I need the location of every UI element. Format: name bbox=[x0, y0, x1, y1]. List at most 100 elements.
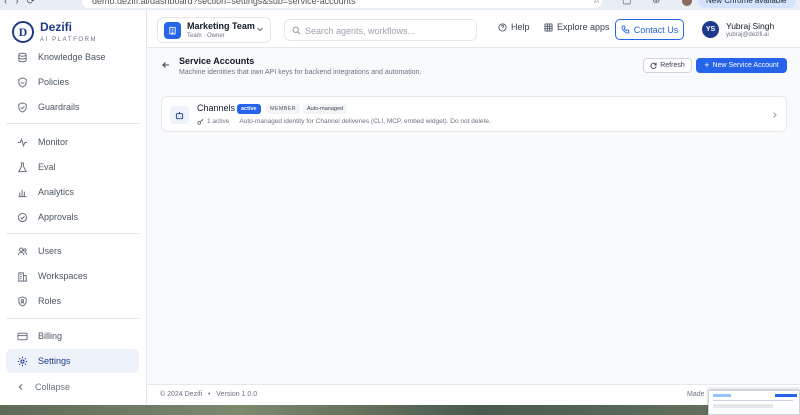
plus-icon: + bbox=[704, 60, 710, 70]
sidebar-item-billing[interactable]: Billing bbox=[6, 324, 139, 348]
sidebar-item-approvals[interactable]: Approvals bbox=[6, 205, 139, 229]
page-title: Service Accounts bbox=[179, 56, 255, 66]
brand-logo-icon: D bbox=[12, 21, 34, 43]
credit-card-icon bbox=[17, 331, 28, 342]
chevron-right-icon bbox=[773, 112, 777, 118]
profile-avatar[interactable] bbox=[682, 0, 692, 6]
desktop-background bbox=[0, 405, 800, 415]
search-box[interactable] bbox=[284, 19, 477, 41]
extensions-icon[interactable]: ▢ bbox=[622, 0, 631, 6]
sidebar-item-label: Settings bbox=[38, 356, 71, 366]
search-input[interactable] bbox=[305, 23, 473, 38]
explore-apps-link[interactable]: Explore apps bbox=[544, 22, 610, 32]
chrome-update-button[interactable]: New Chrome available bbox=[698, 0, 796, 8]
sidebar-item-label: Guardrails bbox=[38, 102, 80, 112]
sidebar-item-label: Users bbox=[38, 246, 62, 256]
team-building-icon bbox=[164, 22, 181, 39]
thumb-line bbox=[775, 394, 797, 397]
shield-icon bbox=[17, 76, 28, 88]
account-meta: 1 active Auto-managed identity for Chann… bbox=[197, 118, 491, 125]
gear-icon bbox=[17, 356, 28, 367]
building-icon bbox=[17, 271, 28, 282]
footer: © 2024 Dezifi • Version 1.0.0 Made bbox=[147, 384, 800, 405]
user-email: yubraj@dezifi.ai bbox=[726, 32, 769, 38]
sidebar-item-guardrails[interactable]: Guardrails bbox=[6, 95, 139, 119]
sidebar-item-label: Monitor bbox=[38, 137, 69, 147]
sidebar-item-knowledge-base[interactable]: Knowledge Base bbox=[6, 45, 139, 69]
bookmark-star-icon[interactable]: ☆ bbox=[592, 0, 601, 6]
bar-chart-icon bbox=[17, 187, 28, 198]
sidebar-item-label: Policies bbox=[38, 77, 70, 87]
sidebar-item-workspaces[interactable]: Workspaces bbox=[6, 264, 139, 288]
chevron-left-icon bbox=[18, 384, 23, 390]
thumb-line bbox=[713, 404, 773, 408]
footer-dot: • bbox=[204, 391, 215, 398]
key-icon bbox=[197, 118, 204, 125]
sidebar-item-label: Knowledge Base bbox=[38, 52, 106, 62]
user-name[interactable]: Yubraj Singh bbox=[726, 21, 774, 31]
browser-toolbar: ‹›⟳ demo.dezifi.ai/dashboard?section=set… bbox=[0, 0, 800, 10]
sidebar-item-eval[interactable]: Eval bbox=[6, 155, 139, 179]
app-window: D Dezifi AI PLATFORM Knowledge Base Poli… bbox=[0, 10, 800, 405]
sidebar-divider bbox=[6, 123, 139, 124]
sidebar-item-label: Approvals bbox=[38, 212, 79, 222]
page-subtitle: Machine identities that own API keys for… bbox=[179, 69, 422, 76]
lens-icon[interactable]: ⊕ bbox=[652, 0, 660, 6]
contact-label: Contact Us bbox=[633, 24, 679, 35]
footer-left: © 2024 Dezifi • Version 1.0.0 bbox=[160, 391, 257, 398]
account-name: Channels bbox=[197, 103, 236, 113]
active-keys-count: 1 active bbox=[207, 118, 230, 125]
database-icon bbox=[17, 52, 28, 63]
users-icon bbox=[17, 246, 28, 257]
account-description: Auto-managed identity for Channel delive… bbox=[239, 118, 491, 125]
chevron-down-icon bbox=[257, 27, 263, 32]
sidebar-item-label: Workspaces bbox=[38, 271, 88, 281]
role-badge: MEMBER bbox=[266, 104, 300, 114]
team-role: Team · Owner bbox=[187, 33, 225, 39]
activity-icon bbox=[17, 137, 28, 148]
sidebar-item-users[interactable]: Users bbox=[6, 239, 139, 263]
copyright: © 2024 Dezifi bbox=[160, 391, 203, 398]
sidebar-item-roles[interactable]: Roles bbox=[6, 289, 139, 313]
sidebar-item-label: Eval bbox=[38, 162, 56, 172]
service-account-card[interactable]: Channels active MEMBER Auto-managed 1 ac… bbox=[161, 96, 787, 132]
new-label: New Service Account bbox=[712, 62, 779, 69]
help-label: Help bbox=[511, 22, 530, 32]
shield-user-icon bbox=[17, 295, 28, 307]
sidebar-item-label: Analytics bbox=[38, 187, 75, 197]
sidebar-divider bbox=[6, 233, 139, 234]
sidebar-item-settings[interactable]: Settings bbox=[6, 349, 139, 373]
explore-label: Explore apps bbox=[557, 22, 610, 32]
new-service-account-button[interactable]: + New Service Account bbox=[696, 58, 787, 73]
sidebar-divider bbox=[6, 318, 139, 319]
status-badge: active bbox=[237, 104, 261, 114]
refresh-label: Refresh bbox=[660, 62, 685, 69]
user-avatar[interactable]: YS bbox=[702, 21, 719, 38]
thumb-line bbox=[713, 394, 731, 397]
sidebar-item-policies[interactable]: Policies bbox=[6, 70, 139, 94]
back-arrow-icon[interactable] bbox=[161, 60, 171, 70]
flask-icon bbox=[17, 161, 28, 173]
sidebar-item-label: Billing bbox=[38, 331, 63, 341]
address-bar[interactable]: demo.dezifi.ai/dashboard?section=setting… bbox=[82, 0, 602, 8]
collapse-sidebar-button[interactable]: Collapse bbox=[6, 378, 70, 396]
thumb-line bbox=[713, 400, 793, 401]
brand-subtitle: AI PLATFORM bbox=[40, 37, 98, 43]
auto-managed-badge: Auto-managed bbox=[303, 104, 348, 114]
sidebar-item-monitor[interactable]: Monitor bbox=[6, 130, 139, 154]
sidebar: D Dezifi AI PLATFORM Knowledge Base Poli… bbox=[0, 10, 147, 405]
team-switcher[interactable]: Marketing Team Team · Owner bbox=[157, 17, 271, 43]
sidebar-item-analytics[interactable]: Analytics bbox=[6, 180, 139, 204]
collapse-label: Collapse bbox=[35, 382, 71, 392]
browser-nav-icons[interactable]: ‹›⟳ bbox=[4, 0, 43, 7]
grid-icon bbox=[544, 22, 553, 32]
help-circle-icon bbox=[498, 22, 507, 32]
top-header: Marketing Team Team · Owner Help Explore… bbox=[147, 10, 800, 48]
contact-us-button[interactable]: Contact Us bbox=[615, 19, 684, 40]
help-link[interactable]: Help bbox=[498, 22, 530, 32]
window-preview-thumbnail[interactable] bbox=[708, 390, 800, 415]
search-icon bbox=[292, 26, 301, 35]
main-content: Service Accounts Machine identities that… bbox=[147, 48, 800, 384]
version: Version 1.0.0 bbox=[216, 391, 258, 398]
refresh-button[interactable]: Refresh bbox=[643, 58, 692, 73]
